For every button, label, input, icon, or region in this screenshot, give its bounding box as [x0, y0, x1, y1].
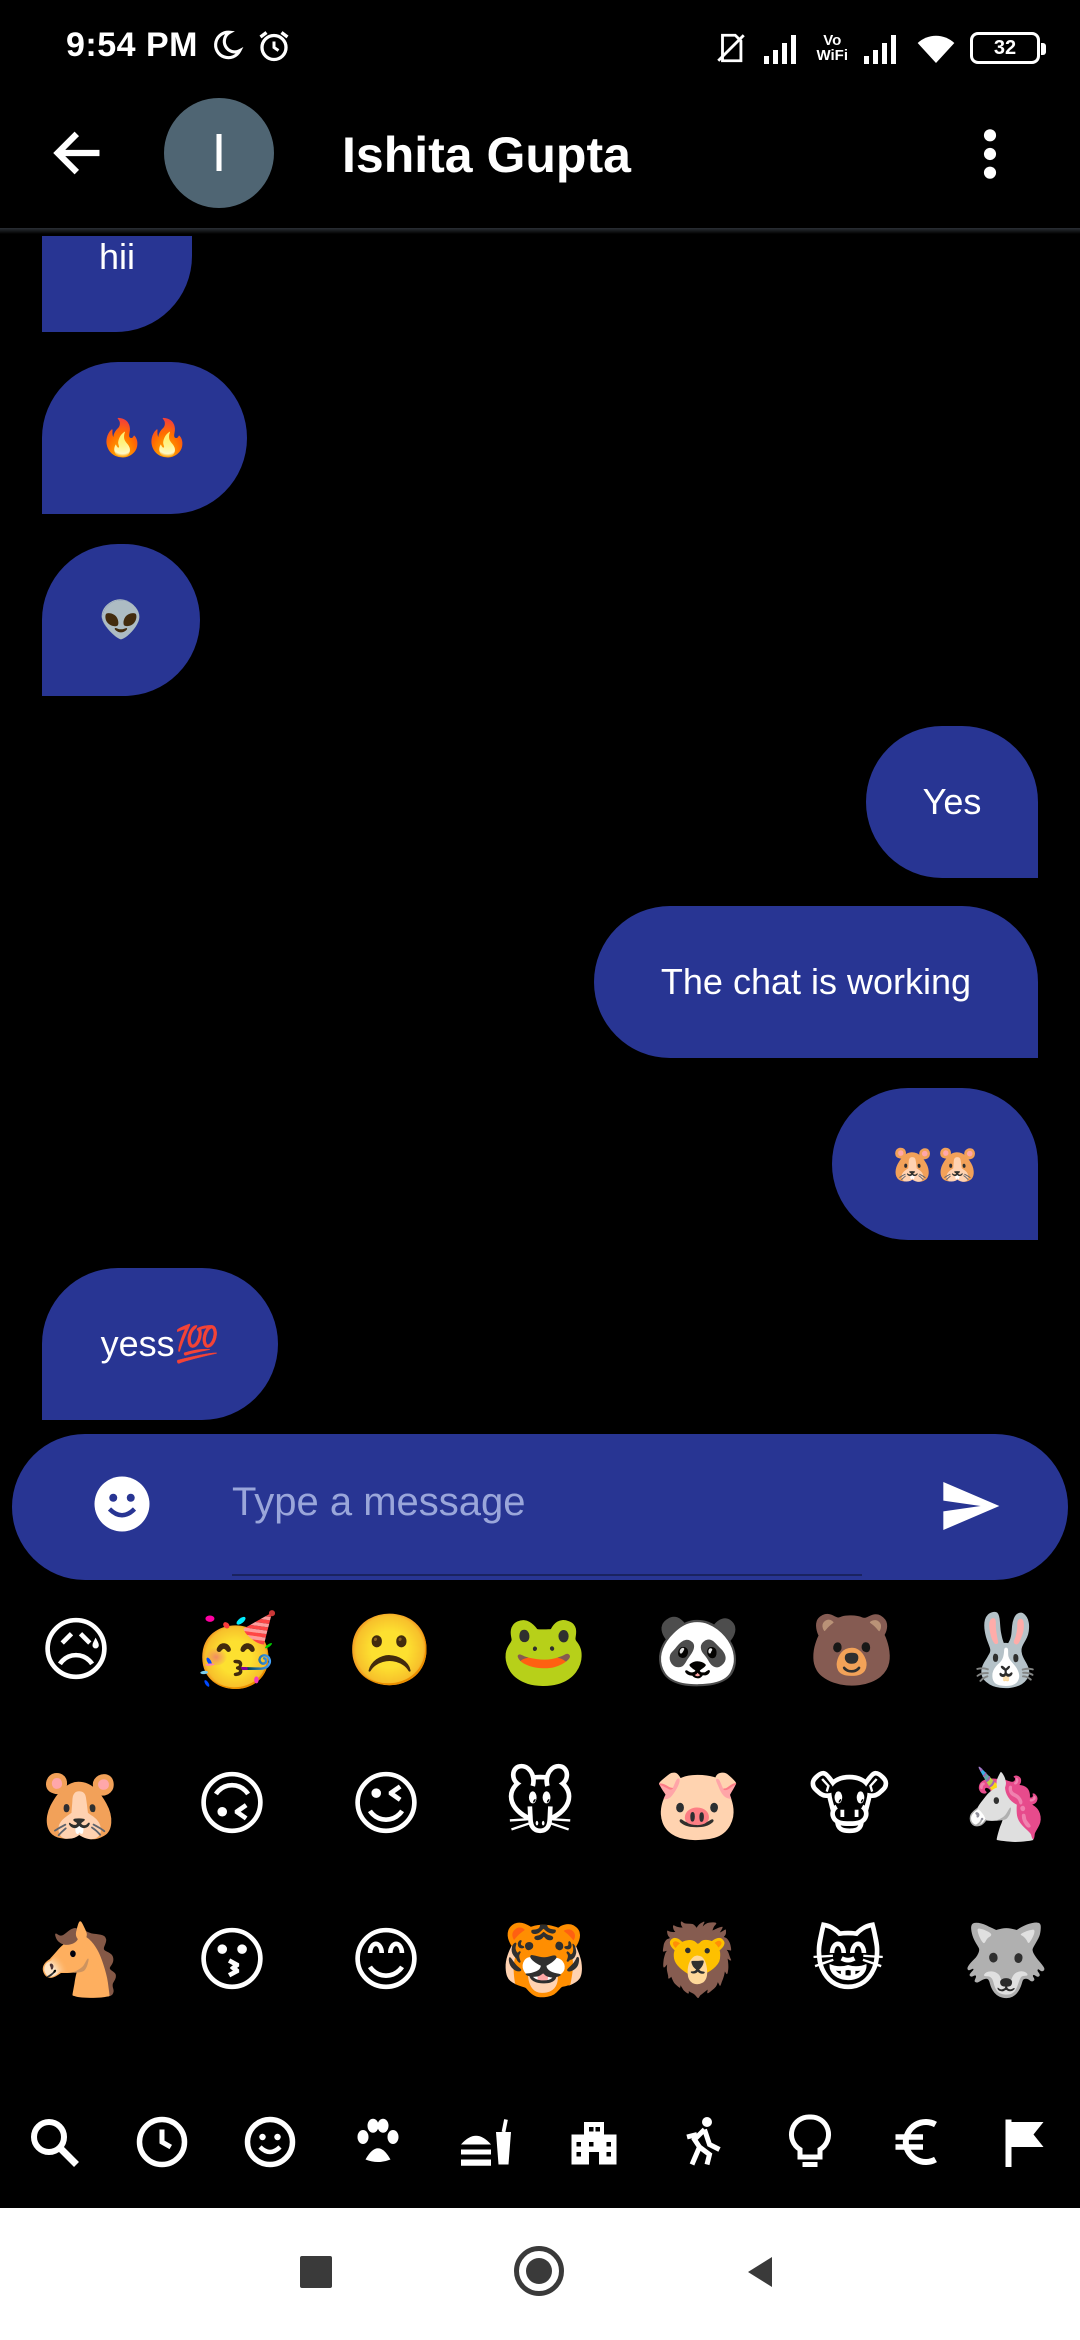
emoji-option[interactable]: 🐻 [808, 1610, 895, 1690]
input-underline [232, 1574, 862, 1576]
emoji-option[interactable]: 😉 [346, 1764, 426, 1844]
back-triangle-icon[interactable] [742, 2254, 778, 2290]
battery-icon: 32 [970, 32, 1046, 64]
wifi-icon [917, 35, 955, 63]
chat-header: I Ishita Gupta [0, 96, 1080, 230]
system-nav-bar [0, 2208, 1080, 2340]
emoji-option[interactable]: 🙃 [192, 1764, 272, 1844]
contact-name[interactable]: Ishita Gupta [342, 126, 631, 184]
emoji-option[interactable]: 🐸 [500, 1610, 587, 1690]
message-bubble-outgoing[interactable]: Yes [866, 726, 1038, 878]
emoji-option[interactable]: 🐷 [654, 1764, 741, 1844]
paw-icon[interactable] [348, 2112, 408, 2172]
emoji-option[interactable]: 🐹 [36, 1764, 123, 1844]
lightbulb-icon[interactable] [780, 2112, 840, 2172]
search-icon[interactable] [24, 2112, 84, 2172]
emoji-option[interactable]: 🐯 [500, 1920, 587, 2000]
message-bubble-incoming[interactable]: yess💯 [42, 1268, 278, 1420]
emoji-option[interactable]: 😸 [808, 1920, 888, 2000]
status-bar: 9:54 PM Vo WiFi 32 [0, 0, 1080, 96]
moon-icon [214, 30, 244, 60]
back-arrow-icon[interactable] [48, 124, 106, 182]
emoji-option[interactable]: 😥 [36, 1610, 116, 1690]
emoji-option[interactable]: 🐺 [962, 1920, 1049, 2000]
message-bubble-incoming[interactable]: hii [42, 236, 192, 332]
emoji-option[interactable]: 🐴 [36, 1920, 123, 2000]
message-bubble-incoming[interactable]: 👽 [42, 544, 200, 696]
signal-icon [764, 35, 797, 64]
more-vert-icon[interactable] [978, 126, 1002, 182]
emoji-option[interactable]: ☹️ [346, 1610, 433, 1690]
emoji-option[interactable]: 🦄 [962, 1764, 1049, 1844]
emoji-option[interactable]: 🥳 [192, 1610, 279, 1690]
food-icon[interactable] [456, 2112, 516, 2172]
building-icon[interactable] [564, 2112, 624, 2172]
message-bubble-outgoing[interactable]: The chat is working [594, 906, 1038, 1058]
message-input[interactable]: Type a message [232, 1480, 526, 1525]
message-composer: Type a message [12, 1434, 1068, 1580]
activity-run-icon[interactable] [672, 2112, 732, 2172]
message-bubble-outgoing[interactable]: 🐹🐹 [832, 1088, 1038, 1240]
recent-clock-icon[interactable] [132, 2112, 192, 2172]
status-time: 9:54 PM [66, 26, 198, 64]
signal-icon [864, 35, 896, 64]
vowifi-indicator: Vo WiFi [816, 32, 848, 64]
emoji-option[interactable]: 🐮 [808, 1764, 891, 1844]
recents-square-icon[interactable] [300, 2256, 332, 2288]
no-sim-icon [717, 33, 746, 63]
header-divider [0, 228, 1080, 234]
home-circle-icon[interactable] [514, 2246, 564, 2296]
emoji-option[interactable]: 😊 [346, 1920, 426, 2000]
emoji-face-icon[interactable] [92, 1474, 152, 1534]
send-icon[interactable] [938, 1474, 1002, 1538]
avatar[interactable]: I [164, 98, 274, 208]
emoji-picker-grid: 😥 🥳 ☹️ 🐸 🐼 🐻 🐰 🐹 🙃 😉 🐭 🐷 🐮 🦄 🐴 😗 😊 🐯 🦁 😸 🐺 [0, 1610, 1080, 2090]
smiley-icon[interactable] [240, 2112, 300, 2172]
emoji-option[interactable]: 🐭 [500, 1764, 580, 1844]
emoji-option[interactable]: 🐰 [962, 1610, 1049, 1690]
alarm-icon [259, 31, 289, 62]
emoji-category-bar [0, 2100, 1080, 2184]
emoji-option[interactable]: 😗 [192, 1920, 272, 2000]
flag-icon[interactable] [996, 2112, 1056, 2172]
emoji-option[interactable]: 🦁 [654, 1920, 741, 2000]
euro-icon[interactable] [888, 2112, 948, 2172]
message-bubble-incoming[interactable]: 🔥🔥 [42, 362, 247, 514]
emoji-option[interactable]: 🐼 [654, 1610, 741, 1690]
